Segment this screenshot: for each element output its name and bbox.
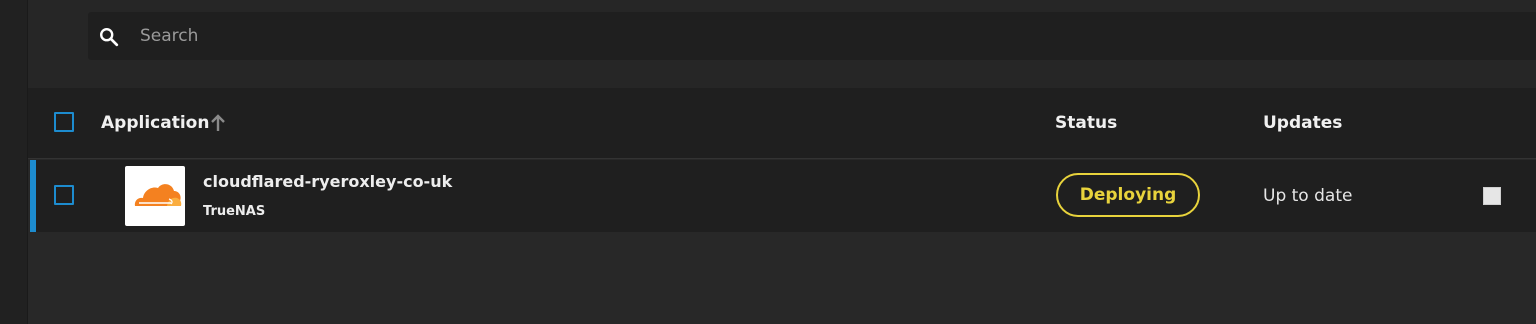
table-header: Application Status Updates — [28, 88, 1536, 159]
app-catalog: TrueNAS — [203, 204, 266, 219]
apps-table: Application Status Updates cloudflared-r… — [28, 88, 1536, 324]
left-sidebar-edge — [0, 0, 28, 324]
column-header-updates[interactable]: Updates — [1263, 113, 1342, 133]
updates-status: Up to date — [1263, 186, 1353, 206]
search-icon — [100, 28, 119, 47]
status-badge[interactable]: Deploying — [1056, 173, 1200, 217]
row-checkbox[interactable] — [54, 185, 74, 205]
table-row[interactable]: cloudflared-ryeroxley-co-uk TrueNAS Depl… — [30, 160, 1536, 232]
column-header-status[interactable]: Status — [1055, 113, 1117, 133]
search-input[interactable] — [140, 12, 1520, 60]
arrow-up-icon[interactable] — [209, 113, 227, 133]
cloudflare-logo-icon — [134, 184, 182, 206]
search-panel — [28, 0, 1536, 88]
select-all-checkbox[interactable] — [54, 112, 74, 132]
row-selected-indicator — [30, 160, 36, 232]
app-name[interactable]: cloudflared-ryeroxley-co-uk — [203, 172, 452, 191]
cloudflare-logo — [125, 166, 185, 226]
row-action-checkbox[interactable] — [1483, 187, 1501, 205]
search-bar[interactable] — [88, 12, 1536, 60]
column-header-application[interactable]: Application — [101, 113, 209, 133]
